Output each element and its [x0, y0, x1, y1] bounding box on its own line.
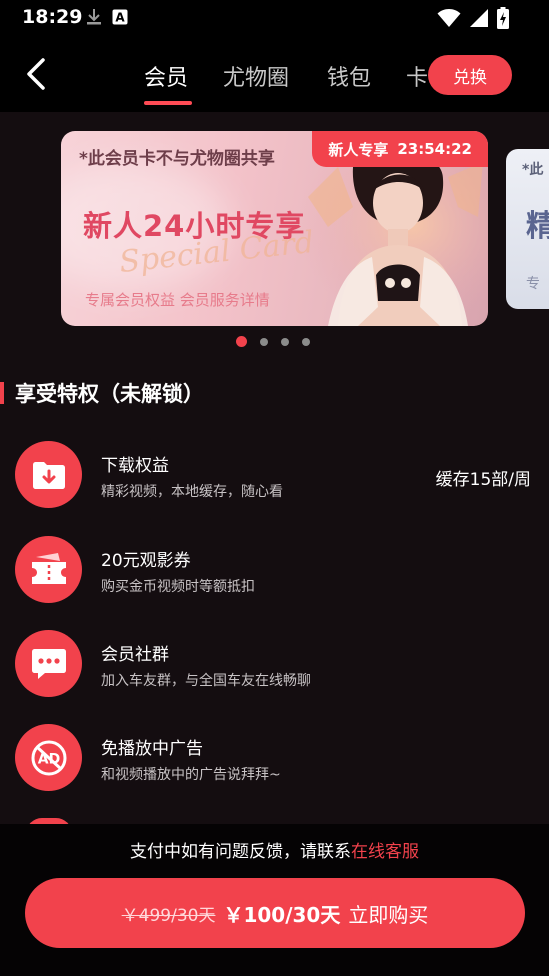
tab-membership[interactable]: 会员	[144, 60, 188, 92]
benefit-desc: 加入车友群，与全国车友在线畅聊	[101, 673, 311, 689]
benefit-desc: 和视频播放中的广告说拜拜~	[101, 767, 281, 783]
status-icons-right	[437, 7, 509, 29]
benefit-icon-circle	[15, 536, 82, 603]
benefit-icon-circle	[15, 441, 82, 508]
help-text: 支付中如有问题反馈，请联系在线客服	[0, 837, 549, 862]
back-button[interactable]	[18, 54, 54, 94]
carousel-dot[interactable]	[302, 337, 310, 346]
benefit-desc: 购买金币视频时等额抵扣	[101, 579, 255, 595]
online-support-link[interactable]: 在线客服	[351, 842, 419, 862]
membership-card-banner[interactable]: *此会员卡不与尤物圈共享 新人24小时专享 Special Card 专属会员权…	[61, 131, 488, 326]
carousel-dot[interactable]	[281, 337, 289, 346]
newcomer-countdown-badge: 新人专享 23:54:22	[312, 131, 488, 167]
countdown-timer: 23:54:22	[397, 140, 472, 158]
benefit-item-no-ads: AD 免播放中广告 和视频播放中的广告说拜拜~	[0, 724, 549, 804]
download-icon	[87, 9, 101, 25]
benefit-name: 20元观影券	[101, 551, 191, 571]
status-time: 18:29	[22, 6, 83, 28]
status-icons-left: A	[86, 8, 128, 26]
carousel-dot[interactable]	[260, 337, 268, 346]
benefit-item-ticket: 20元观影券 购买金币视频时等额抵扣	[0, 536, 549, 616]
card-notice: *此会员卡不与尤物圈共享	[79, 149, 275, 169]
content-panel: *此会员卡不与尤物圈共享 新人24小时专享 Special Card 专属会员权…	[0, 112, 549, 976]
model-figure-image	[298, 157, 488, 326]
benefit-name: 下载权益	[101, 456, 169, 476]
carousel-pagination	[236, 336, 310, 347]
buy-now-label: 立即购买	[348, 902, 429, 927]
tab-youwuquan[interactable]: 尤物圈	[223, 60, 289, 92]
no-ads-icon: AD	[31, 740, 66, 775]
badge-label: 新人专享	[328, 140, 389, 159]
original-price: ￥499/30天	[121, 905, 216, 926]
help-text-label: 支付中如有问题反馈，请联系	[130, 842, 351, 862]
status-bar: 18:29 A	[0, 0, 549, 38]
section-accent-bar	[0, 382, 4, 404]
benefit-quota: 缓存15部/周	[435, 470, 531, 490]
battery-charging-icon	[497, 7, 509, 29]
back-arrow-icon	[27, 58, 45, 90]
membership-card-next[interactable]: *此 精 专	[506, 149, 549, 309]
benefit-icon-circle: AD	[15, 724, 82, 791]
benefit-desc: 精彩视频，本地缓存，随心看	[101, 484, 283, 500]
svg-text:A: A	[115, 11, 125, 25]
tab-card[interactable]: 卡	[406, 60, 428, 92]
carousel-dot[interactable]	[236, 336, 247, 347]
chat-icon	[31, 648, 66, 679]
tab-active-indicator	[144, 101, 192, 105]
benefit-item-download: 下载权益 精彩视频，本地缓存，随心看 缓存15部/周	[0, 441, 549, 521]
sale-price: ￥100/30天	[223, 902, 341, 927]
header: 会员 尤物圈 钱包 卡 兑换	[0, 38, 549, 112]
benefit-name: 会员社群	[101, 645, 169, 665]
redeem-button[interactable]: 兑换	[428, 55, 512, 95]
font-a-icon: A	[112, 9, 128, 25]
buy-now-button[interactable]: ￥499/30天 ￥100/30天 立即购买	[25, 878, 525, 948]
download-icon	[32, 461, 65, 489]
card-next-link: 专	[526, 276, 540, 292]
benefit-icon-circle	[15, 630, 82, 697]
card-next-title: 精	[526, 209, 549, 244]
benefit-name: 免播放中广告	[101, 739, 203, 759]
wifi-icon	[437, 9, 461, 27]
tab-wallet[interactable]: 钱包	[327, 60, 371, 92]
card-links: 专属会员权益 会员服务详情	[85, 291, 270, 309]
section-title: 享受特权（未解锁）	[15, 382, 204, 406]
card-next-notice: *此	[522, 162, 544, 178]
ticket-icon	[31, 552, 66, 584]
benefit-item-community: 会员社群 加入车友群，与全国车友在线畅聊	[0, 630, 549, 710]
signal-icon	[470, 9, 488, 27]
